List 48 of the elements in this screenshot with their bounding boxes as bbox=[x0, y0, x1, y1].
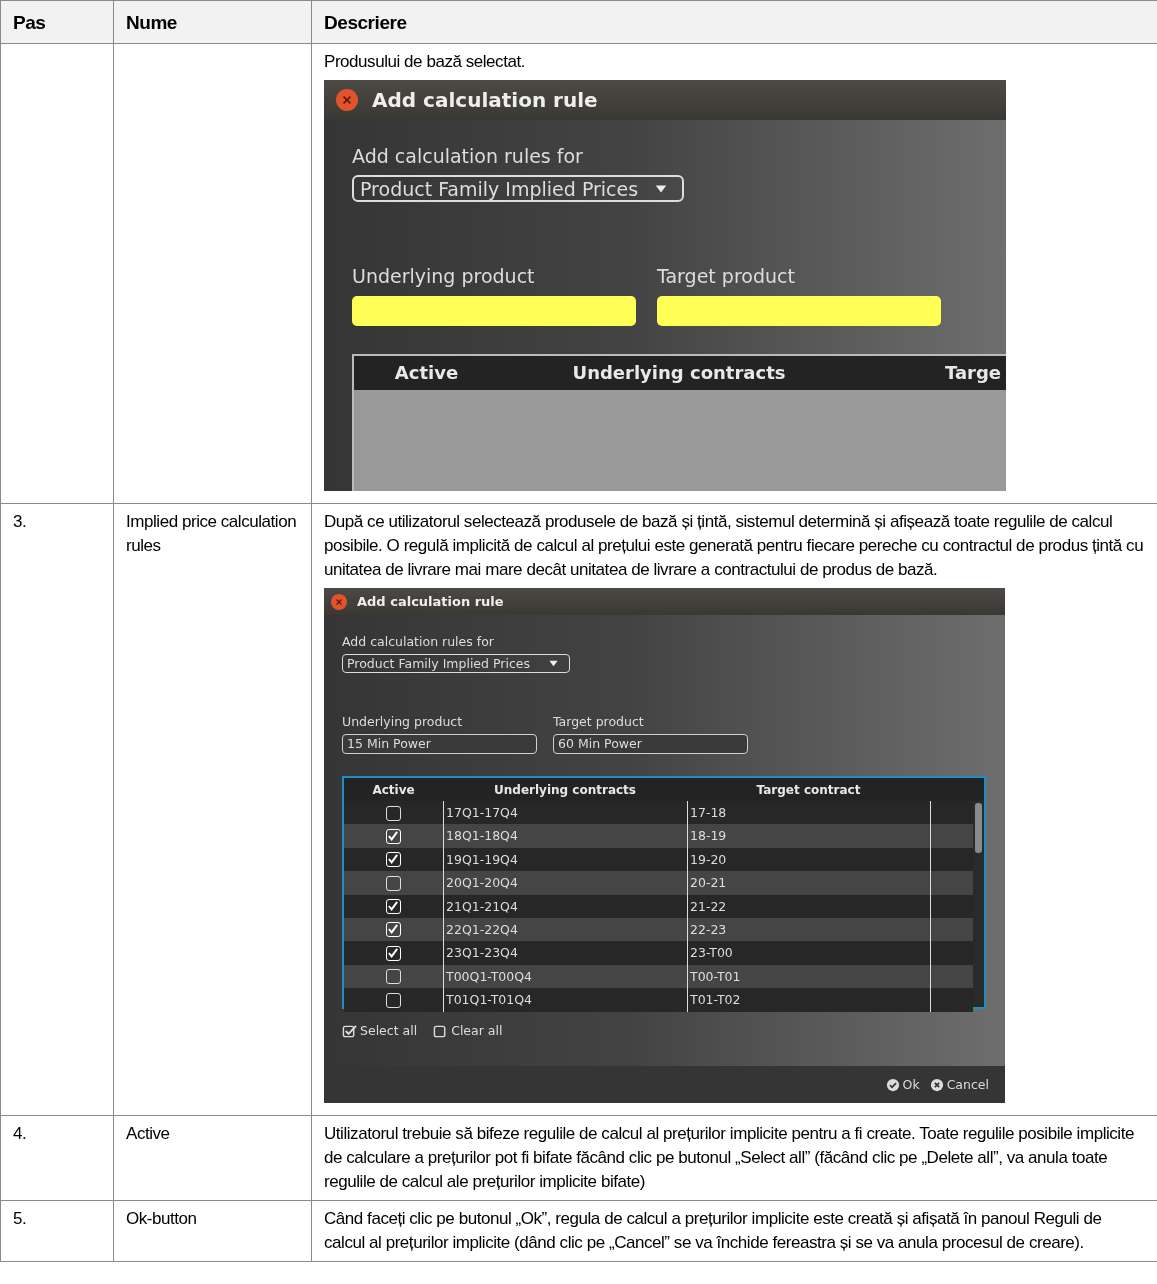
field-label: Target product bbox=[553, 714, 645, 730]
rule-type-dropdown[interactable]: Product Family Implied Prices bbox=[342, 654, 570, 673]
step-name: Active bbox=[113, 1115, 312, 1201]
table-header: Underlying contracts bbox=[571, 361, 787, 385]
cancel-button[interactable]: Cancel bbox=[929, 1072, 989, 1097]
target-product-field[interactable]: 60 Min Power bbox=[553, 734, 748, 754]
active-checkbox[interactable] bbox=[386, 969, 401, 985]
underlying-product-field[interactable]: 15 Min Power bbox=[342, 734, 537, 754]
active-checkbox[interactable] bbox=[386, 875, 401, 891]
close-icon bbox=[331, 593, 347, 610]
table-header: Active bbox=[371, 782, 416, 799]
table-header: Target contract bbox=[755, 782, 862, 799]
table-cell: T01-T02 bbox=[687, 988, 930, 1013]
ok-button[interactable]: Ok bbox=[885, 1072, 920, 1097]
target-product-field[interactable] bbox=[657, 296, 941, 326]
dialog-title: Add calculation rule bbox=[357, 592, 504, 611]
step-number: 4. bbox=[0, 1115, 114, 1201]
underlying-product-field[interactable] bbox=[352, 296, 636, 326]
active-checkbox[interactable] bbox=[386, 805, 401, 821]
column-header: Descriere bbox=[311, 0, 1157, 44]
step-number: 5. bbox=[0, 1200, 114, 1262]
select-all-checkbox[interactable]: Select all bbox=[342, 1019, 418, 1043]
table-header: Underlying contracts bbox=[493, 782, 637, 799]
column-header: Pas bbox=[0, 0, 114, 44]
field-label: Add calculation rules for bbox=[342, 634, 495, 650]
dialog-title: Add calculation rule bbox=[372, 88, 598, 112]
close-circle-icon bbox=[929, 1077, 944, 1092]
table-header: Targe bbox=[944, 361, 1003, 385]
field-label: Target product bbox=[657, 264, 796, 288]
dropdown-caret-icon bbox=[548, 658, 559, 669]
column-header: Nume bbox=[113, 0, 312, 44]
table-header: Active bbox=[393, 361, 460, 385]
field-label: Underlying product bbox=[342, 714, 464, 730]
step-description: După ce utilizatorul selectează produsele de bază și țintă, sistemul determină și afișează toate regulile de calcul posibile. O regulă implicită de calcul al prețului este generată pentru fiecare pereche cu contractul de produs țintă cu unitatea de livrare mai mare decât unitatea de livrare a contractului de produs de bază. bbox=[324, 511, 1145, 581]
field-label: Add calculation rules for bbox=[352, 144, 584, 168]
step-name: Ok-button bbox=[113, 1200, 312, 1262]
check-circle-icon bbox=[885, 1077, 900, 1092]
step-description: Produsului de bază selectat. bbox=[324, 51, 526, 73]
rule-type-dropdown[interactable]: Product Family Implied Prices bbox=[352, 175, 684, 202]
table-cell: T01Q1-T01Q4 bbox=[443, 988, 687, 1013]
step-number: 3. bbox=[0, 503, 114, 1116]
field-label: Underlying product bbox=[352, 264, 536, 288]
active-checkbox[interactable] bbox=[386, 992, 401, 1008]
clear-all-checkbox[interactable]: Clear all bbox=[433, 1019, 503, 1043]
step-description: Utilizatorul trebuie să bifeze regulile de calcul al prețurilor implicite pentru a fi create. Toate regulile posibile implicite de calculare a prețurilor pot fi bifate făcând clic pe butonul „Select all” (făcând clic pe „Delete all”, va anula toate regulile de calcul ale prețurilor implicite bifate) bbox=[324, 1123, 1135, 1193]
step-description: Când faceți clic pe butonul „Ok”, regula de calcul a prețurilor implicite este creată și afișată în panoul Reguli de calcul al prețurilor implicite (dând clic pe „Cancel” se va închide fereastra și se va anula procesul de creare). bbox=[324, 1208, 1103, 1254]
close-icon bbox=[336, 89, 358, 111]
step-name: Implied price calculation rules bbox=[113, 503, 312, 1116]
